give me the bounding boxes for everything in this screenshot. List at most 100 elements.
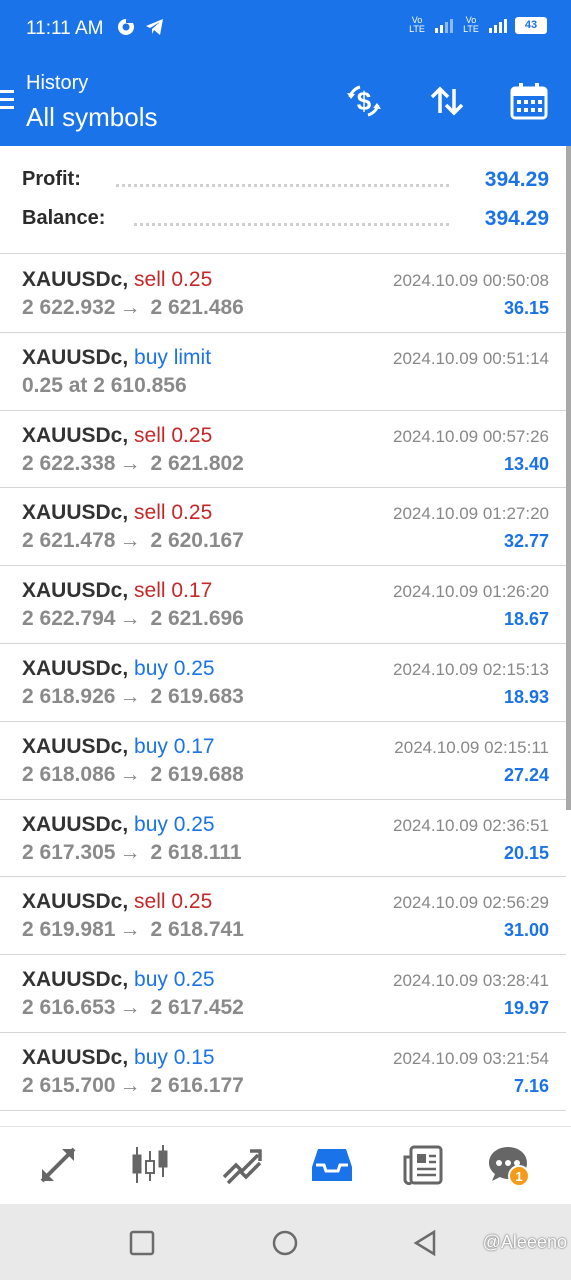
- profit-label: Profit:: [22, 168, 81, 190]
- symbol-separator: ,: [122, 501, 135, 525]
- trade-time: 2024.10.09 01:27:20: [393, 504, 549, 524]
- account-summary: Profit: 394.29 Balance: 394.29: [0, 146, 571, 254]
- trade-title: XAUUSDc, buy 0.25: [22, 657, 215, 681]
- home-button[interactable]: [268, 1226, 302, 1260]
- open-price: 2 622.338: [22, 451, 116, 475]
- open-price: 2 618.926: [22, 684, 116, 708]
- trade-profit: 18.67: [503, 609, 549, 630]
- close-price: 2 618.741: [150, 918, 244, 942]
- trade-title: XAUUSDc, sell 0.25: [22, 501, 212, 525]
- trade-side: buy 0.25: [134, 968, 215, 992]
- symbol-separator: ,: [122, 1045, 135, 1069]
- price-arrow-icon: →: [119, 296, 141, 319]
- signal-icon-2: [489, 17, 507, 33]
- dollar-refresh-icon[interactable]: $: [343, 80, 385, 122]
- status-time: 11:11 AM: [26, 18, 104, 39]
- trade-row[interactable]: XAUUSDc, buy limit 0.25 at 2 610.856 2024.…: [0, 333, 566, 411]
- trade-row[interactable]: XAUUSDc, buy 0.25 2 616.653 → 2 617.452 2024…: [0, 955, 566, 1033]
- trade-chart-icon[interactable]: [218, 1141, 266, 1189]
- trade-prices: 2 622.338 → 2 621.802: [22, 452, 244, 476]
- trade-profit: 13.40: [503, 453, 549, 474]
- chrome-icon: [117, 18, 135, 41]
- close-price: 2 616.177: [150, 1073, 244, 1097]
- price-arrow-icon: →: [119, 840, 141, 864]
- profit-value: 394.29: [484, 168, 549, 191]
- trade-side: sell 0.17: [134, 579, 213, 603]
- open-price: 2 622.794: [22, 607, 116, 631]
- scrollbar[interactable]: [566, 146, 571, 810]
- price-arrow-icon: →: [119, 996, 141, 1020]
- trade-prices: 2 621.478 → 2 620.167: [22, 529, 244, 553]
- trade-row[interactable]: XAUUSDc, sell 0.25 2 621.478 → 2 620.167 202…: [0, 488, 566, 567]
- trade-time: 2024.10.09 02:15:11: [394, 737, 549, 757]
- trade-side: buy 0.17: [134, 734, 215, 758]
- symbol-separator: ,: [122, 268, 135, 291]
- battery-icon: 43: [515, 16, 547, 34]
- header-title[interactable]: All symbols: [26, 102, 157, 133]
- trade-row[interactable]: XAUUSDc, buy 0.25 2 618.926 → 2 619.683 2024…: [0, 644, 566, 722]
- telegram-icon: [145, 18, 165, 41]
- trade-profit: 7.16: [513, 1075, 549, 1096]
- open-price: 2 616.653: [22, 996, 116, 1020]
- sort-icon[interactable]: [426, 80, 468, 122]
- price-arrow-icon: →: [119, 451, 141, 475]
- price-arrow-icon: →: [119, 762, 141, 786]
- symbol-separator: ,: [122, 579, 135, 603]
- trade-time: 2024.10.09 00:57:26: [393, 426, 549, 446]
- candlestick-chart-icon[interactable]: [126, 1141, 174, 1189]
- trade-row[interactable]: XAUUSDc, buy 0.25 2 617.305 → 2 618.111 2024…: [0, 800, 566, 878]
- trade-side: sell 0.25: [134, 268, 213, 291]
- chat-badge: 1: [508, 1165, 530, 1187]
- trade-row[interactable]: XAUUSDc, sell 0.17 2 622.794 → 2 621.696 202…: [0, 566, 566, 644]
- open-price: 2 617.305: [22, 840, 116, 864]
- close-price: 2 621.802: [150, 451, 244, 475]
- volte-label-1: Vo LTE: [409, 15, 425, 34]
- trade-prices: 2 618.086 → 2 619.688: [22, 763, 244, 787]
- open-price: 2 621.478: [22, 529, 116, 553]
- trade-row[interactable]: XAUUSDc, sell 0.25 2 622.932 → 2 621.486 202…: [0, 255, 566, 333]
- history-inbox-icon[interactable]: [308, 1141, 356, 1189]
- trade-side: sell 0.25: [134, 501, 213, 525]
- trade-time: 2024.10.09 01:26:20: [393, 582, 549, 602]
- trade-prices: 2 622.932 → 2 621.486: [22, 296, 244, 320]
- trade-title: XAUUSDc, sell 0.25: [22, 890, 212, 914]
- symbol-separator: ,: [122, 734, 135, 758]
- trade-title: XAUUSDc, sell 0.25: [22, 268, 212, 292]
- back-button[interactable]: [408, 1226, 442, 1260]
- trade-profit: 36.15: [503, 298, 549, 318]
- trade-time: 2024.10.09 02:36:51: [393, 815, 549, 835]
- trade-profit: 31.00: [503, 920, 549, 941]
- open-price: 2 619.981: [22, 918, 116, 942]
- trade-row[interactable]: XAUUSDc, sell 0.25 2 619.981 → 2 618.741 202…: [0, 877, 566, 956]
- trade-prices: 2 618.926 → 2 619.683: [22, 685, 244, 709]
- header-subtitle: History: [26, 72, 89, 94]
- trade-time: 2024.10.09 00:51:14: [393, 348, 549, 368]
- trade-row[interactable]: XAUUSDc, sell 0.25 2 622.338 → 2 621.802 202…: [0, 411, 566, 489]
- status-bar: 11:11 AM Vo LTE Vo LTE 43: [0, 0, 571, 58]
- chat-icon[interactable]: 1: [484, 1141, 532, 1189]
- calendar-icon[interactable]: [508, 80, 550, 122]
- trade-time: 2024.10.09 00:50:08: [393, 271, 549, 290]
- open-price: 2 622.932: [22, 296, 116, 319]
- recents-button[interactable]: [125, 1226, 159, 1260]
- trade-side: buy 0.25: [134, 812, 215, 836]
- trade-prices: 2 622.794 → 2 621.696: [22, 607, 244, 631]
- quotes-arrows-icon[interactable]: [34, 1141, 82, 1189]
- watermark: @Aleeeno: [482, 1232, 567, 1252]
- price-arrow-icon: →: [119, 529, 141, 553]
- menu-icon[interactable]: [0, 90, 14, 114]
- trade-title: XAUUSDc, buy limit: [22, 346, 211, 370]
- close-price: 2 621.486: [150, 296, 244, 319]
- balance-row: Balance: 394.29: [22, 207, 549, 237]
- symbol-separator: ,: [122, 345, 135, 369]
- balance-value: 394.29: [484, 207, 549, 230]
- trade-row[interactable]: XAUUSDc, buy 0.15 2 615.700 → 2 616.177 2024…: [0, 1033, 566, 1111]
- trade-prices: 2 615.700 → 2 616.177: [22, 1074, 244, 1098]
- status-indicators: Vo LTE Vo LTE 43: [407, 16, 547, 34]
- trade-title: XAUUSDc, buy 0.25: [22, 968, 215, 992]
- trade-symbol: XAUUSDc: [22, 423, 123, 447]
- news-icon[interactable]: [399, 1141, 447, 1189]
- trade-row[interactable]: XAUUSDc, buy 0.17 2 618.086 → 2 619.688 2024…: [0, 722, 566, 800]
- trade-side: sell 0.25: [134, 423, 213, 447]
- trade-symbol: XAUUSDc: [22, 1045, 123, 1069]
